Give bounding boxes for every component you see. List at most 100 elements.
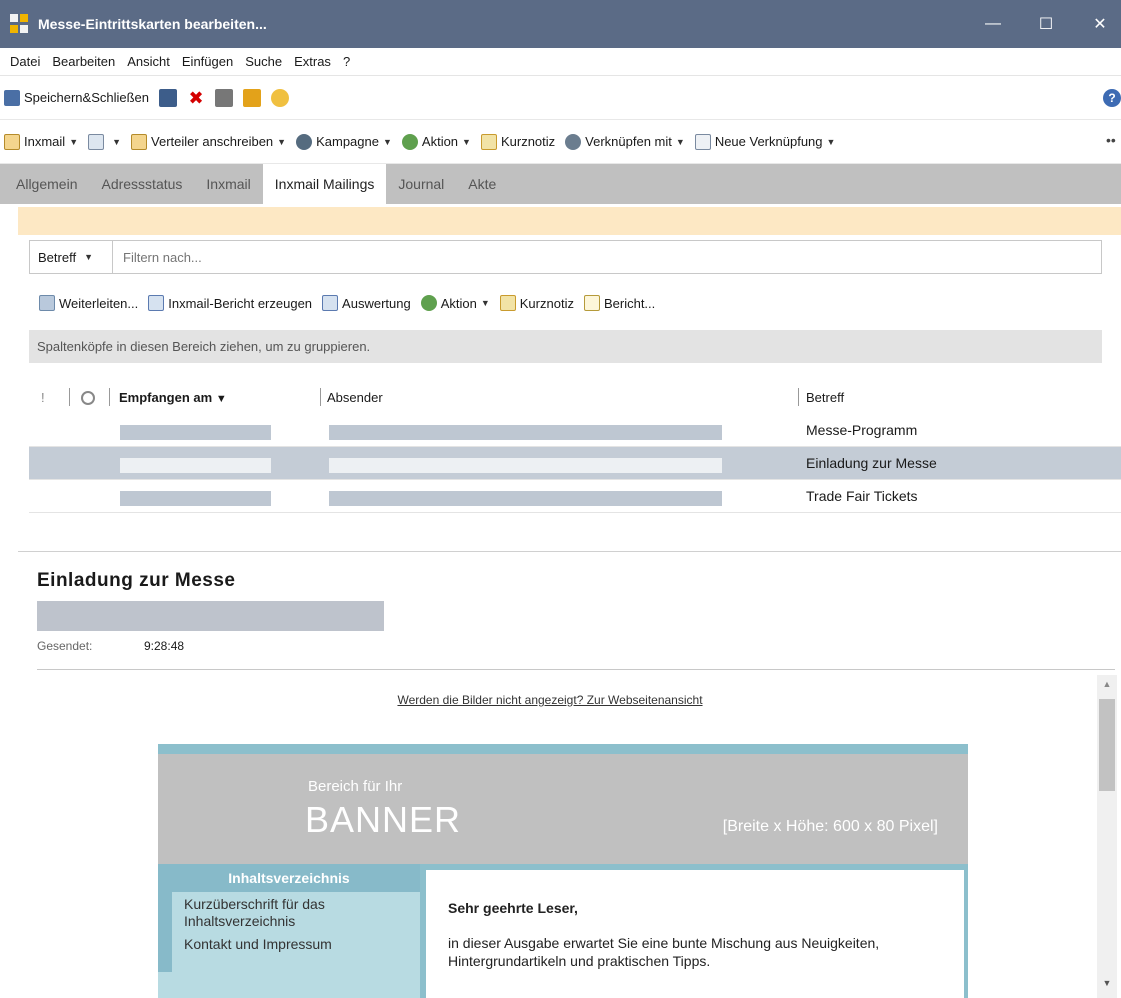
kampagne-label: Kampagne <box>316 134 379 149</box>
redacted-sender <box>329 425 722 440</box>
table-of-contents: Inhaltsverzeichnis Kurzüberschrift für d… <box>158 864 420 998</box>
tab-journal[interactable]: Journal <box>386 164 456 204</box>
auswertung-button[interactable]: Auswertung <box>322 295 411 311</box>
menu-ansicht[interactable]: Ansicht <box>127 54 170 69</box>
toc-item[interactable]: Kurzüberschrift für das Inhaltsverzeichn… <box>158 892 420 930</box>
aktion-button[interactable]: Aktion ▼ <box>401 133 471 150</box>
neue-verknuepfung-button[interactable]: Neue Verknüpfung ▼ <box>694 133 835 150</box>
menu-bearbeiten[interactable]: Bearbeiten <box>52 54 115 69</box>
table-row[interactable]: Trade Fair Tickets <box>29 480 1121 513</box>
importance-icon[interactable]: ! <box>41 390 45 405</box>
verknuepfen-button[interactable]: Verknüpfen mit ▼ <box>565 133 685 150</box>
kurznotiz2-button[interactable]: Kurznotiz <box>499 295 574 311</box>
overflow-icon[interactable]: •• <box>1106 132 1116 148</box>
column-separator <box>69 388 70 406</box>
menu-suche[interactable]: Suche <box>245 54 282 69</box>
column-received-label: Empfangen am <box>119 390 213 405</box>
bericht-label: Bericht... <box>603 295 656 311</box>
hand-icon[interactable] <box>271 88 290 107</box>
bericht-erzeugen-button[interactable]: Inxmail-Bericht erzeugen <box>148 295 312 311</box>
table-row[interactable]: Messe-Programm <box>29 414 1121 447</box>
report-icon <box>583 295 600 311</box>
tab-inxmail[interactable]: Inxmail <box>194 164 262 204</box>
redacted-sender <box>329 458 722 473</box>
link-icon <box>565 133 582 150</box>
column-separator <box>109 388 110 406</box>
attachment-icon[interactable] <box>81 391 95 405</box>
filter-input[interactable] <box>113 241 1101 273</box>
tab-adressstatus[interactable]: Adressstatus <box>89 164 194 204</box>
toc-left-strip <box>158 892 172 972</box>
kurznotiz-button[interactable]: Kurznotiz <box>480 133 555 150</box>
aktion2-button[interactable]: Aktion ▼ <box>420 295 490 311</box>
mailings-toolbar: Weiterleiten... Inxmail-Bericht erzeugen… <box>29 286 1102 320</box>
row-subject: Messe-Programm <box>806 422 918 438</box>
column-received[interactable]: Empfangen am ▼ <box>119 390 227 405</box>
redacted-date <box>120 491 271 506</box>
save-close-button[interactable]: Speichern&Schließen <box>4 89 149 106</box>
email-dropdown-button[interactable]: ▼ <box>88 133 121 150</box>
campaign-icon <box>296 133 313 150</box>
weiterleiten-label: Weiterleiten... <box>59 295 139 311</box>
bericht-button[interactable]: Bericht... <box>583 295 656 311</box>
row-subject: Trade Fair Tickets <box>806 488 918 504</box>
delete-icon[interactable]: ✖ <box>187 89 205 107</box>
filter-field-select[interactable]: Betreff ▼ <box>30 241 113 273</box>
menu-datei[interactable]: Datei <box>10 54 40 69</box>
menu-einfuegen[interactable]: Einfügen <box>182 54 233 69</box>
email-icon <box>88 133 105 150</box>
filter-field-label: Betreff <box>38 249 77 265</box>
tab-allgemein[interactable]: Allgemein <box>4 164 89 204</box>
verteiler-button[interactable]: Verteiler anschreiben ▼ <box>131 133 286 150</box>
minimize-button[interactable]: — <box>970 0 1016 48</box>
toc-heading: Inhaltsverzeichnis <box>158 864 420 892</box>
verknuepfen-label: Verknüpfen mit <box>585 134 672 149</box>
menu-bar: Datei Bearbeiten Ansicht Einfügen Suche … <box>0 48 1121 76</box>
column-sender[interactable]: Absender <box>327 390 383 405</box>
tab-inxmail-mailings[interactable]: Inxmail Mailings <box>262 164 387 204</box>
scroll-thumb[interactable] <box>1099 699 1115 791</box>
report-grid-icon <box>148 295 165 311</box>
weiterleiten-button[interactable]: Weiterleiten... <box>39 295 138 311</box>
message-preview: Werden die Bilder nicht angezeigt? Zur W… <box>37 671 1093 998</box>
auswertung-label: Auswertung <box>342 295 411 311</box>
verteiler-label: Verteiler anschreiben <box>151 134 274 149</box>
action-toolbar: Inxmail ▼ ▼ Verteiler anschreiben ▼ Kampag… <box>0 120 1121 164</box>
main-toolbar: Speichern&Schließen ✖ ? <box>0 76 1121 120</box>
toc-item[interactable]: Kontakt und Impressum <box>158 930 420 953</box>
info-bar <box>18 207 1121 235</box>
action2-icon <box>420 295 437 311</box>
contacts-icon[interactable] <box>243 88 262 107</box>
window-title: Messe-Eintrittskarten bearbeiten... <box>38 16 267 32</box>
title-bar: Messe-Eintrittskarten bearbeiten... — ☐ … <box>0 0 1121 48</box>
tab-akte[interactable]: Akte <box>456 164 508 204</box>
table-row-selected[interactable]: Einladung zur Messe <box>29 447 1121 480</box>
menu-extras[interactable]: Extras <box>294 54 331 69</box>
menu-help[interactable]: ? <box>343 54 350 69</box>
save-close-icon <box>4 89 20 106</box>
print-icon[interactable] <box>215 88 234 107</box>
banner-area: Bereich für Ihr BANNER [Breite x Höhe: 6… <box>158 754 968 864</box>
inxmail-button[interactable]: Inxmail ▼ <box>4 133 78 150</box>
kampagne-button[interactable]: Kampagne ▼ <box>296 133 392 150</box>
maximize-button[interactable]: ☐ <box>1023 0 1069 48</box>
newsletter-content: Sehr geehrte Leser, in dieser Ausgabe er… <box>420 864 968 998</box>
banner-line1: Bereich für Ihr <box>308 778 403 795</box>
note-icon <box>480 133 497 150</box>
help-icon[interactable]: ? <box>1103 89 1121 107</box>
evaluation-icon <box>322 295 339 311</box>
aktion-label: Aktion <box>421 134 459 149</box>
preview-scrollbar[interactable]: ▲ ▼ <box>1097 675 1117 998</box>
pane-divider[interactable] <box>18 551 1121 552</box>
newsletter: Bereich für Ihr BANNER [Breite x Höhe: 6… <box>158 744 968 998</box>
banner-line2: BANNER <box>305 799 462 840</box>
redacted-date <box>120 425 271 440</box>
save-icon[interactable] <box>159 88 178 107</box>
webview-link[interactable]: Werden die Bilder nicht angezeigt? Zur W… <box>37 693 1063 707</box>
group-by-area[interactable]: Spaltenköpfe in diesen Bereich ziehen, u… <box>29 330 1102 363</box>
column-subject[interactable]: Betreff <box>806 390 844 405</box>
scroll-down-icon[interactable]: ▼ <box>1097 978 1117 994</box>
newsletter-body: Inhaltsverzeichnis Kurzüberschrift für d… <box>158 864 968 998</box>
close-window-button[interactable]: ✕ <box>1077 0 1121 48</box>
scroll-up-icon[interactable]: ▲ <box>1097 679 1117 695</box>
